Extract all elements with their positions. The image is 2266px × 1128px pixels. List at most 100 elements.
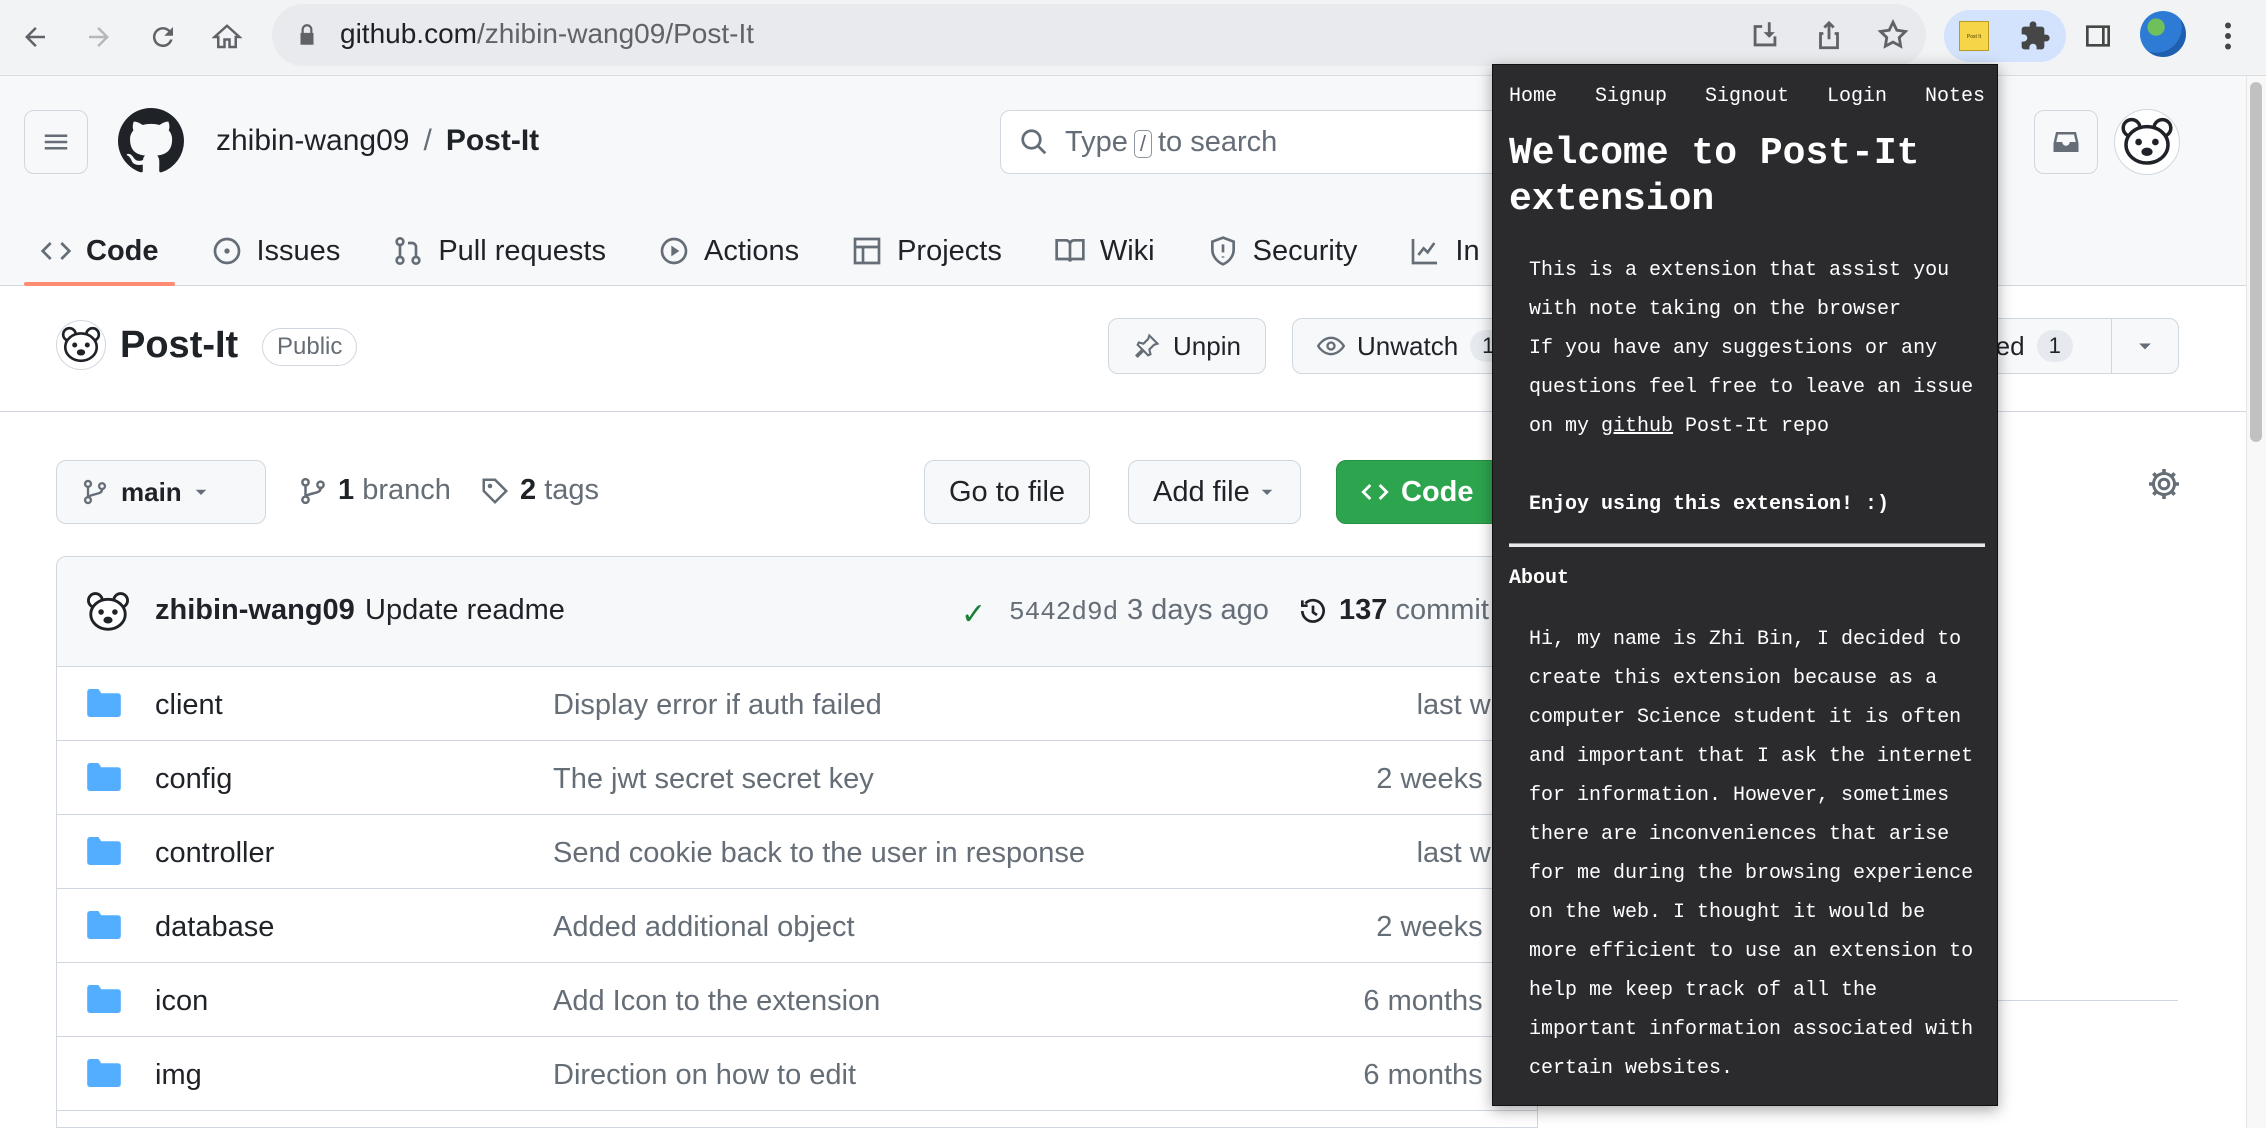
popup-nav-notes[interactable]: Notes xyxy=(1925,85,1985,108)
tab-pull-requests[interactable]: Pull requests xyxy=(376,216,622,286)
folder-icon xyxy=(87,689,121,717)
unwatch-label: Unwatch xyxy=(1357,330,1459,361)
extensions-button[interactable] xyxy=(2004,10,2066,62)
code-icon xyxy=(40,242,72,260)
go-to-file-button[interactable]: Go to file xyxy=(924,460,1091,524)
post-it-extension-icon: Post It xyxy=(1959,21,1989,51)
bookmark-star-icon[interactable] xyxy=(1876,18,1910,52)
table-row[interactable]: img Direction on how to edit 6 months ag xyxy=(57,1037,1537,1111)
branches-label: branch xyxy=(362,474,451,506)
post-it-extension-button[interactable]: Post It xyxy=(1944,10,2004,62)
file-commit-message[interactable]: Display error if auth failed xyxy=(553,689,882,722)
file-commit-message[interactable]: Added additional object xyxy=(553,911,855,944)
github-logo-icon[interactable] xyxy=(118,108,184,174)
add-file-label: Add file xyxy=(1153,475,1250,508)
repo-name[interactable]: Post-It xyxy=(120,324,238,367)
search-icon xyxy=(1021,129,1047,155)
book-icon xyxy=(1055,239,1085,262)
history-icon xyxy=(1301,598,1325,623)
shield-icon xyxy=(1210,236,1235,266)
pull-request-icon xyxy=(395,237,421,265)
gear-icon[interactable] xyxy=(2146,466,2182,502)
breadcrumb-separator: / xyxy=(423,124,432,157)
reload-icon xyxy=(152,27,173,48)
file-list: zhibin-wang09 Update readme ✓ 5442d9d 3 … xyxy=(56,556,1538,1128)
tab-label: Security xyxy=(1252,234,1358,267)
popup-title: Welcome to Post-It extension xyxy=(1509,132,1920,221)
add-file-button[interactable]: Add file xyxy=(1128,460,1301,524)
popup-divider xyxy=(1509,543,1985,547)
tab-label: Code xyxy=(86,234,159,267)
tab-security[interactable]: Security xyxy=(1191,216,1374,286)
bear-avatar-icon[interactable] xyxy=(85,589,131,635)
bear-avatar-icon xyxy=(61,326,101,363)
tags-link[interactable]: 2 tags xyxy=(480,474,599,507)
popup-nav-signout[interactable]: Signout xyxy=(1705,85,1789,108)
share-icon[interactable] xyxy=(1812,18,1846,52)
branches-link[interactable]: 1 branch xyxy=(298,474,451,507)
search-placeholder: Type / to search xyxy=(1065,126,1278,158)
commit-sha[interactable]: 5442d9d xyxy=(1009,597,1118,627)
repo-owner-avatar[interactable] xyxy=(56,320,106,370)
address-bar[interactable]: github.com/zhibin-wang09/Post-It xyxy=(272,4,1926,66)
scrollbar-thumb[interactable] xyxy=(2250,82,2262,442)
table-row[interactable]: icon Add Icon to the extension 6 months … xyxy=(57,963,1537,1037)
user-avatar[interactable] xyxy=(2114,109,2180,175)
file-name[interactable]: config xyxy=(155,763,232,796)
popup-nav-home[interactable]: Home xyxy=(1509,85,1557,108)
folder-icon xyxy=(87,1059,121,1087)
file-commit-message[interactable]: Send cookie back to the user in response xyxy=(553,837,1085,870)
tab-label: Pull requests xyxy=(438,234,606,267)
commit-author[interactable]: zhibin-wang09 xyxy=(155,594,355,627)
table-row[interactable]: controller Send cookie back to the user … xyxy=(57,815,1537,889)
tab-insights[interactable]: In xyxy=(1393,216,1495,286)
table-row[interactable]: database Added additional object 2 weeks… xyxy=(57,889,1537,963)
install-app-icon[interactable] xyxy=(1748,18,1782,52)
back-button[interactable] xyxy=(10,12,60,62)
commits-link[interactable]: 137 commit xyxy=(1297,594,1489,627)
file-commit-message[interactable]: Add Icon to the extension xyxy=(553,985,880,1018)
table-row[interactable]: client Display error if auth failed last… xyxy=(57,667,1537,741)
file-name[interactable]: img xyxy=(155,1059,202,1092)
repo-link[interactable]: Post-It xyxy=(446,124,539,157)
commit-count: 137 xyxy=(1339,594,1388,626)
check-icon[interactable]: ✓ xyxy=(961,597,986,632)
menu-dots-icon[interactable] xyxy=(2214,18,2242,54)
tab-code[interactable]: Code xyxy=(24,216,175,286)
reload-button[interactable] xyxy=(138,12,188,62)
table-row[interactable]: config The jwt secret secret key 2 weeks… xyxy=(57,741,1537,815)
unpin-button[interactable]: Unpin xyxy=(1108,318,1266,374)
file-commit-message[interactable]: Direction on how to edit xyxy=(553,1059,856,1092)
eye-icon xyxy=(1317,336,1345,356)
tab-label: Projects xyxy=(897,234,1002,267)
file-commit-message[interactable]: The jwt secret secret key xyxy=(553,763,874,796)
popup-nav-signup[interactable]: Signup xyxy=(1595,85,1667,108)
latest-commit-bar: zhibin-wang09 Update readme ✓ 5442d9d 3 … xyxy=(57,557,1537,667)
arrow-left-icon xyxy=(25,27,45,47)
commit-message[interactable]: Update readme xyxy=(365,594,565,627)
file-name[interactable]: controller xyxy=(155,837,274,870)
home-button[interactable] xyxy=(202,12,252,62)
inbox-button[interactable] xyxy=(2034,110,2098,174)
file-name[interactable]: icon xyxy=(155,985,208,1018)
profile-avatar[interactable] xyxy=(2140,11,2186,57)
tab-label: Wiki xyxy=(1099,234,1155,267)
github-link[interactable]: github xyxy=(1601,415,1673,438)
tab-wiki[interactable]: Wiki xyxy=(1038,216,1171,286)
popup-nav-login[interactable]: Login xyxy=(1827,85,1887,108)
file-name[interactable]: client xyxy=(155,689,223,722)
branch-selector[interactable]: main xyxy=(56,460,266,524)
slash-key-hint: / xyxy=(1133,130,1152,158)
tab-projects[interactable]: Projects xyxy=(835,216,1018,286)
star-dropdown-button[interactable] xyxy=(2111,318,2179,374)
code-label: Code xyxy=(1401,475,1474,508)
tab-issues[interactable]: Issues xyxy=(195,216,357,286)
owner-link[interactable]: zhibin-wang09 xyxy=(216,124,409,157)
side-panel-icon[interactable] xyxy=(2082,20,2114,52)
menu-button[interactable] xyxy=(24,110,88,174)
file-name[interactable]: database xyxy=(155,911,274,944)
forward-button[interactable] xyxy=(74,12,124,62)
branch-icon xyxy=(301,477,325,504)
inbox-icon xyxy=(2053,132,2079,152)
tab-actions[interactable]: Actions xyxy=(642,216,815,286)
